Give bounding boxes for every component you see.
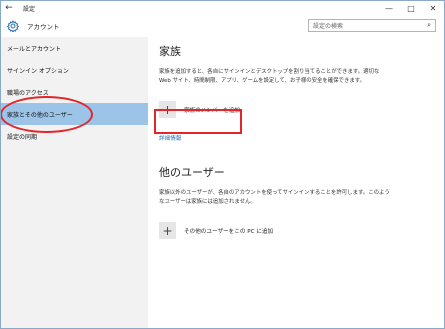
search-icon[interactable]: ⌕ (427, 21, 431, 30)
gear-icon (6, 20, 20, 33)
sidebar-item-label: メールとアカウント (7, 45, 62, 53)
window-title: 設定 (23, 5, 36, 13)
back-arrow-icon[interactable]: ← (1, 3, 17, 13)
window-controls: — □ ✕ (378, 1, 444, 15)
close-button[interactable]: ✕ (422, 1, 444, 15)
minimize-button[interactable]: — (378, 1, 400, 15)
other-users-section: 他のユーザー 家族以外のユーザーが、各自のアカウントを使ってサインインすることを… (159, 164, 429, 240)
page-header: アカウント 設定の検索 ⌕ (1, 15, 444, 37)
learn-more-link[interactable]: 詳細情報 (159, 134, 429, 142)
other-users-description: 家族以外のユーザーが、各自のアカウントを使ってサインインすることを許可します。こ… (159, 190, 390, 205)
maximize-button[interactable]: □ (400, 1, 422, 15)
search-input[interactable]: 設定の検索 ⌕ (308, 19, 436, 32)
add-other-user-button[interactable]: + その他のユーザーをこの PC に追加 (159, 222, 429, 240)
red-annotation-rect (154, 109, 242, 134)
search-placeholder: 設定の検索 (313, 23, 344, 30)
add-other-user-label: その他のユーザーをこの PC に追加 (184, 228, 274, 235)
sidebar-item-label: サインイン オプション (7, 67, 69, 75)
settings-window: ← 設定 — □ ✕ アカウント 設定の検索 ⌕ メールとアカウント サインイン… (0, 0, 445, 329)
page-title: アカウント (27, 23, 60, 31)
sidebar-item-label: 設定の同期 (7, 133, 38, 141)
sidebar: メールとアカウント サインイン オプション 職場のアクセス 家族とその他のユーザ… (1, 37, 148, 328)
sidebar-item-email-accounts[interactable]: メールとアカウント (1, 37, 148, 59)
red-annotation-oval (1, 96, 93, 133)
sidebar-item-signin-options[interactable]: サインイン オプション (1, 59, 148, 81)
main-content: 家族 家族を追加すると、各自にサインインとデスクトップを割り当てることができます… (159, 43, 429, 240)
title-bar: ← 設定 — □ ✕ (1, 1, 444, 15)
plus-icon: + (159, 222, 176, 240)
other-users-section-title: 他のユーザー (159, 166, 225, 180)
family-section-title: 家族 (159, 45, 181, 58)
family-description: 家族を追加すると、各自にサインインとデスクトップを割り当てることができます。適切… (159, 69, 380, 84)
